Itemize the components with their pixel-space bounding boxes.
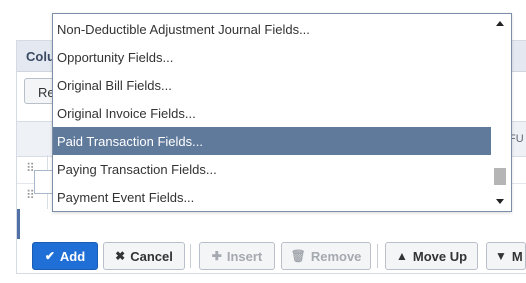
add-button-label: Add: [59, 248, 86, 264]
arrow-down-icon: ▼: [495, 249, 507, 263]
move-up-button[interactable]: ▲ Move Up: [385, 242, 478, 270]
plus-icon: ✚: [211, 249, 222, 263]
move-down-button-label: M: [511, 248, 523, 264]
trash-icon: 🗑: [290, 249, 306, 263]
toolbar-divider: [190, 244, 191, 268]
dropdown-option-selected[interactable]: Paid Transaction Fields...: [53, 127, 491, 155]
dropdown-option[interactable]: Non-Deductible Adjustment Journal Fields…: [53, 15, 491, 43]
cancel-button[interactable]: ✖ Cancel: [103, 242, 185, 270]
add-button[interactable]: ✔ Add: [32, 242, 98, 270]
drag-handle-icon[interactable]: ⠿: [26, 162, 35, 174]
dropdown-scrollbar[interactable]: [491, 14, 511, 211]
x-icon: ✖: [115, 249, 126, 263]
arrow-up-icon: ▲: [395, 249, 408, 263]
insert-button[interactable]: ✚ Insert: [199, 242, 275, 270]
machine-toolbar: ✔ Add ✖ Cancel ✚ Insert 🗑 Remove ▲ Move …: [24, 240, 526, 274]
scroll-down-icon[interactable]: [496, 199, 504, 204]
remove-button[interactable]: 🗑 Remove: [281, 242, 371, 270]
dropdown-option[interactable]: Opportunity Fields...: [53, 43, 491, 71]
scrollbar-thumb[interactable]: [494, 168, 506, 185]
field-dropdown-list[interactable]: Non-Deductible Adjustment Journal Fields…: [52, 13, 512, 212]
insert-button-label: Insert: [226, 248, 263, 264]
move-up-button-label: Move Up: [412, 248, 468, 264]
dropdown-option[interactable]: Payment Event Fields...: [53, 183, 491, 211]
panel-title: Colu: [26, 49, 55, 64]
check-icon: ✔: [44, 249, 55, 263]
cancel-button-label: Cancel: [130, 248, 173, 264]
edit-row: [17, 209, 526, 239]
dropdown-option[interactable]: Paying Transaction Fields...: [53, 155, 491, 183]
scroll-up-icon[interactable]: [496, 21, 504, 26]
move-down-button[interactable]: ▼ M: [486, 242, 526, 270]
dropdown-option[interactable]: Original Bill Fields...: [53, 71, 491, 99]
remove-button-label: Remove: [310, 248, 362, 264]
drag-handle-icon[interactable]: ⠿: [26, 189, 35, 201]
toolbar-divider: [377, 244, 378, 268]
dropdown-option[interactable]: Original Invoice Fields...: [53, 99, 491, 127]
